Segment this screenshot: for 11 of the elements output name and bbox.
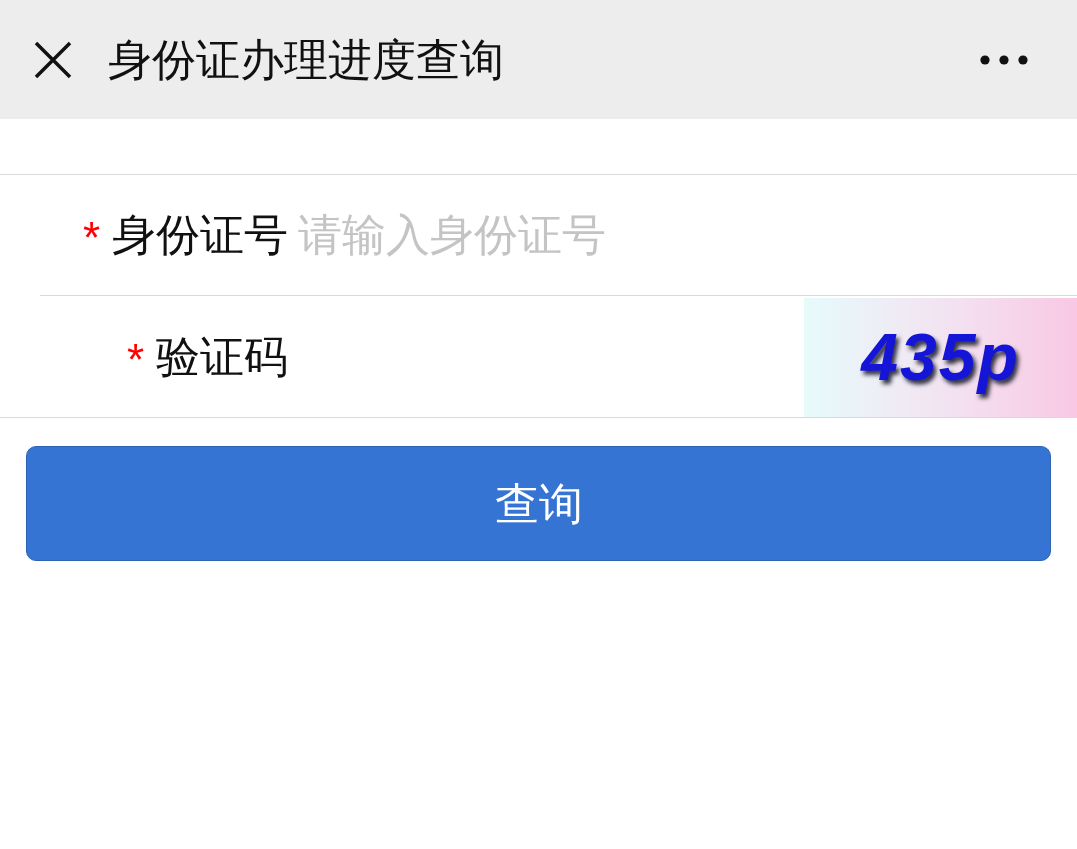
captcha-image[interactable]: 435p <box>804 298 1077 417</box>
query-button[interactable]: 查询 <box>26 446 1051 561</box>
captcha-text: 435p <box>861 319 1020 396</box>
close-icon[interactable] <box>34 40 72 79</box>
more-icon[interactable] <box>980 54 1028 65</box>
page-title: 身份证办理进度查询 <box>108 37 504 82</box>
field-label: 身份证号 <box>112 213 288 257</box>
field-label: 验证码 <box>156 334 288 379</box>
input-field[interactable]: 请输入身份证号 <box>298 175 1077 295</box>
required-mark: * <box>82 216 100 260</box>
required-mark: * <box>126 337 144 382</box>
